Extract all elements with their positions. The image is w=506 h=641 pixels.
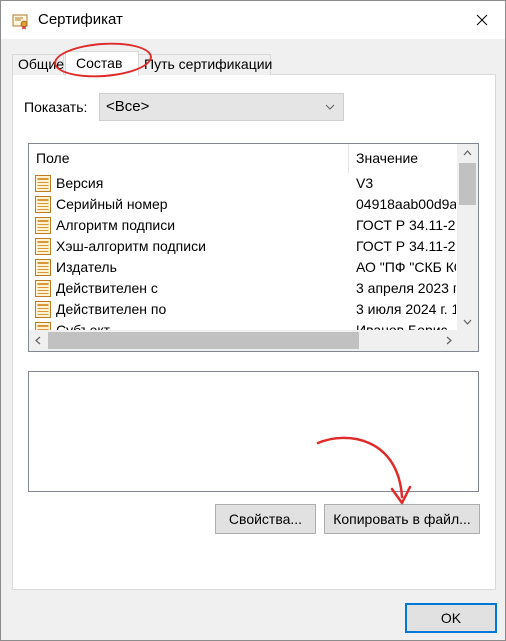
show-dropdown[interactable]: <Все>: [99, 93, 344, 121]
column-header-value[interactable]: Значение: [356, 150, 418, 166]
certificate-dialog: Сертификат Общие Путь сертификации Соста…: [0, 0, 506, 641]
column-header-field[interactable]: Поле: [36, 150, 70, 166]
field-details-box[interactable]: [28, 371, 479, 492]
field-value: АО "ПФ "СКБ КС: [356, 259, 456, 275]
field-value: ГОСТ Р 34.11-20: [356, 238, 456, 254]
field-name: Версия: [56, 175, 104, 191]
list-item[interactable]: Серийный номер 04918aab00d9af: [29, 194, 456, 215]
certificate-field-icon: [34, 195, 52, 214]
field-name: Субъект: [56, 322, 111, 330]
copy-to-file-button[interactable]: Копировать в файл...: [324, 504, 480, 534]
field-name: Хэш-алгоритм подписи: [56, 238, 206, 254]
close-button[interactable]: [459, 1, 505, 39]
show-label: Показать:: [24, 99, 88, 115]
field-value: ГОСТ Р 34.11-20: [356, 217, 456, 233]
scroll-left-button[interactable]: [29, 330, 46, 351]
tab-details[interactable]: Состав: [65, 51, 139, 76]
tab-certification-path[interactable]: Путь сертификации: [138, 54, 272, 75]
certificate-field-icon: [34, 237, 52, 256]
list-item[interactable]: Действителен с 3 апреля 2023 г.: [29, 278, 456, 299]
ok-button[interactable]: OK: [405, 603, 497, 633]
fields-listview[interactable]: Поле Значение Версия V3 Серийный номер 0491…: [28, 143, 479, 352]
field-name: Действителен с: [56, 280, 158, 296]
field-value: 3 апреля 2023 г.: [356, 280, 456, 296]
title-bar: Сертификат: [1, 1, 505, 39]
tab-general[interactable]: Общие: [12, 54, 64, 75]
chevron-up-icon: [463, 149, 472, 155]
horizontal-scroll-thumb[interactable]: [48, 332, 359, 349]
list-item[interactable]: Субъект Иванов Борис: [29, 320, 456, 330]
close-icon: [476, 14, 488, 26]
field-name: Действителен по: [56, 301, 167, 317]
scroll-right-button[interactable]: [440, 330, 457, 351]
column-separator[interactable]: [348, 144, 349, 173]
tab-strip: Общие Путь сертификации Состав: [12, 51, 492, 76]
field-name: Издатель: [56, 259, 117, 275]
list-item[interactable]: Издатель АО "ПФ "СКБ КС: [29, 257, 456, 278]
listview-rows: Версия V3 Серийный номер 04918aab00d9af Алго…: [29, 173, 456, 330]
certificate-field-icon: [34, 258, 52, 277]
horizontal-scrollbar[interactable]: [29, 330, 457, 351]
certificate-field-icon: [34, 300, 52, 319]
certificate-field-icon: [34, 279, 52, 298]
show-dropdown-value: <Все>: [106, 98, 150, 115]
scroll-up-button[interactable]: [457, 144, 478, 161]
certificate-field-icon: [34, 216, 52, 235]
window-title: Сертификат: [38, 11, 123, 28]
certificate-field-icon: [34, 321, 52, 330]
chevron-left-icon: [34, 336, 40, 345]
field-name: Алгоритм подписи: [56, 217, 176, 233]
certificate-field-icon: [34, 174, 52, 193]
list-item[interactable]: Действителен по 3 июля 2024 г. 1: [29, 299, 456, 320]
certificate-icon: [12, 12, 30, 30]
list-item[interactable]: Алгоритм подписи ГОСТ Р 34.11-20: [29, 215, 456, 236]
field-name: Серийный номер: [56, 196, 168, 212]
chevron-right-icon: [446, 336, 452, 345]
chevron-down-icon: [463, 319, 472, 325]
chevron-down-icon: [325, 104, 335, 110]
vertical-scroll-thumb[interactable]: [459, 163, 476, 205]
field-value: Иванов Борис: [356, 322, 448, 330]
listview-header: Поле Значение: [29, 144, 456, 173]
properties-button[interactable]: Свойства...: [215, 504, 316, 534]
field-value: V3: [356, 175, 374, 191]
vertical-scrollbar[interactable]: [457, 144, 478, 330]
list-item[interactable]: Хэш-алгоритм подписи ГОСТ Р 34.11-20: [29, 236, 456, 257]
scrollbar-corner: [457, 330, 478, 351]
scroll-down-button[interactable]: [457, 313, 478, 330]
field-value: 3 июля 2024 г. 1: [356, 301, 456, 317]
list-item[interactable]: Версия V3: [29, 173, 456, 194]
field-value: 04918aab00d9af: [356, 196, 456, 212]
